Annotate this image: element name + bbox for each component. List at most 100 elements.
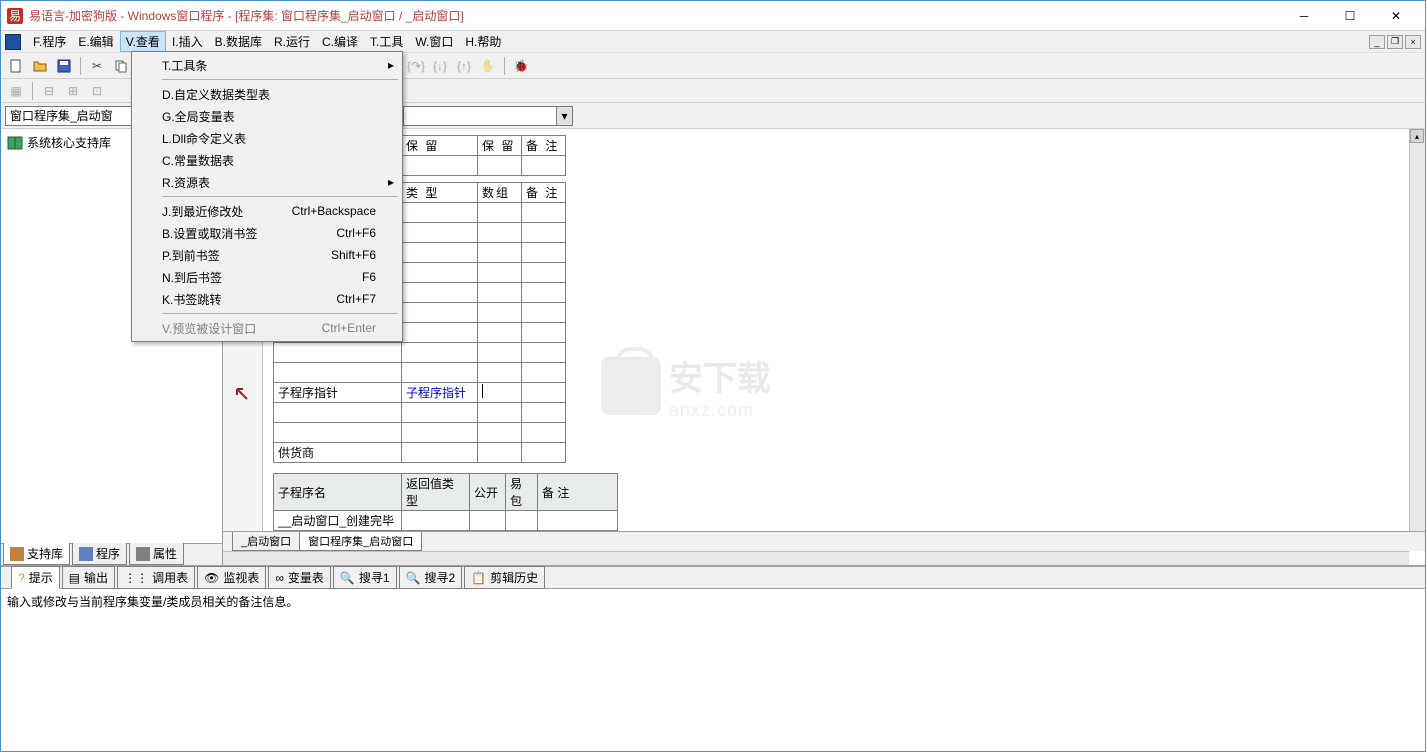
menubar: F.程序 E.编辑 V.查看 I.插入 B.数据库 R.运行 C.编译 T.工具… bbox=[1, 31, 1425, 53]
menu-view[interactable]: V.查看 bbox=[120, 31, 166, 52]
clip-icon: 📋 bbox=[471, 571, 486, 585]
tab-vars[interactable]: ∞变量表 bbox=[268, 566, 331, 589]
col-reserved2: 保 留 bbox=[478, 136, 522, 156]
glasses-icon: ∞ bbox=[275, 571, 284, 585]
cell-startup: __启动窗口_创建完毕 bbox=[274, 511, 402, 531]
col-public: 公开 bbox=[470, 474, 506, 511]
tab-search1[interactable]: 🔍搜寻1 bbox=[333, 566, 397, 589]
menu-item[interactable]: C.常量数据表 bbox=[134, 149, 400, 171]
list-icon: ⋮⋮ bbox=[124, 571, 148, 585]
menu-item[interactable]: B.设置或取消书签Ctrl+F6 bbox=[134, 222, 400, 244]
hint-text: 输入或修改与当前程序集变量/类成员相关的备注信息。 bbox=[7, 593, 1419, 610]
chevron-right-icon: ▸ bbox=[388, 175, 394, 189]
tab-callstack[interactable]: ⋮⋮调用表 bbox=[117, 566, 195, 589]
step-over-icon[interactable]: {↷} bbox=[405, 55, 427, 77]
menu-item[interactable]: L.Dll命令定义表 bbox=[134, 127, 400, 149]
maximize-button[interactable]: ☐ bbox=[1327, 2, 1373, 30]
eye-icon: 👁 bbox=[204, 571, 219, 585]
align-left-icon[interactable]: ⊟ bbox=[38, 80, 60, 102]
cut-button[interactable]: ✂ bbox=[86, 55, 108, 77]
tab-search2[interactable]: 🔍搜寻2 bbox=[399, 566, 463, 589]
layout-icon-1[interactable]: ▦ bbox=[5, 80, 27, 102]
row-startup[interactable]: __启动窗口_创建完毕 bbox=[274, 511, 618, 531]
titlebar: 易 易语言-加密狗版 - Windows窗口程序 - [程序集: 窗口程序集_启… bbox=[1, 1, 1425, 31]
tab-support-lib[interactable]: 支持库 bbox=[3, 543, 70, 565]
menu-window[interactable]: W.窗口 bbox=[409, 31, 459, 52]
menu-item[interactable]: K.书签跳转Ctrl+F7 bbox=[134, 288, 400, 310]
hand-icon[interactable]: ✋ bbox=[477, 55, 499, 77]
close-button[interactable]: ✕ bbox=[1373, 2, 1419, 30]
props-icon bbox=[136, 547, 150, 561]
new-button[interactable] bbox=[5, 55, 27, 77]
book-icon bbox=[10, 547, 24, 561]
col-array: 数组 bbox=[478, 183, 522, 203]
chevron-down-icon[interactable]: ▾ bbox=[556, 107, 572, 125]
combo-label: 窗口程序集_启动窗 bbox=[6, 107, 117, 124]
menu-item[interactable]: T.工具条▸ bbox=[134, 54, 400, 76]
menu-tools[interactable]: T.工具 bbox=[364, 31, 409, 52]
doc-tab-winset[interactable]: 窗口程序集_启动窗口 bbox=[299, 532, 422, 551]
cell-ptr-label: 子程序指针 bbox=[274, 383, 402, 403]
copy-button[interactable] bbox=[110, 55, 132, 77]
svg-text:易: 易 bbox=[9, 9, 21, 23]
view-menu-dropdown: T.工具条▸ D.自定义数据类型表G.全局变量表L.Dll命令定义表C.常量数据表… bbox=[131, 51, 403, 342]
row-supplier[interactable]: 供货商 bbox=[274, 443, 566, 463]
bottom-tabstrip: ?提示 ▤输出 ⋮⋮调用表 👁监视表 ∞变量表 🔍搜寻1 🔍搜寻2 📋剪辑历史 bbox=[1, 567, 1425, 589]
open-button[interactable] bbox=[29, 55, 51, 77]
table-sub: 子程序名 返回值类型 公开 易包 备 注 __启动窗口_创建完毕 bbox=[273, 473, 618, 531]
align-center-icon[interactable]: ⊞ bbox=[62, 80, 84, 102]
align-right-icon[interactable]: ⊡ bbox=[86, 80, 108, 102]
menu-item[interactable]: R.资源表▸ bbox=[134, 171, 400, 193]
menu-item[interactable]: P.到前书签Shift+F6 bbox=[134, 244, 400, 266]
menu-help[interactable]: H.帮助 bbox=[459, 31, 507, 52]
vertical-scrollbar[interactable]: ▴ ▾ bbox=[1409, 129, 1425, 551]
step-into-icon[interactable]: {↓} bbox=[429, 55, 451, 77]
tab-hints[interactable]: ?提示 bbox=[11, 566, 60, 589]
mdi-restore[interactable]: ❐ bbox=[1387, 35, 1403, 49]
col-remark3: 备 注 bbox=[538, 474, 618, 511]
tab-properties[interactable]: 属性 bbox=[129, 543, 184, 565]
doc-tab-startup[interactable]: _启动窗口 bbox=[232, 532, 300, 551]
tab-program[interactable]: 程序 bbox=[72, 543, 127, 565]
col-return: 返回值类型 bbox=[402, 474, 470, 511]
minimize-button[interactable]: ─ bbox=[1281, 2, 1327, 30]
menu-insert[interactable]: I.插入 bbox=[166, 31, 209, 52]
menu-item[interactable]: G.全局变量表 bbox=[134, 105, 400, 127]
procedure-combo-2[interactable]: ▾ bbox=[403, 106, 573, 126]
col-subname: 子程序名 bbox=[274, 474, 402, 511]
editor-tabstrip: _启动窗口 窗口程序集_启动窗口 bbox=[223, 531, 1425, 551]
tab-cliphistory[interactable]: 📋剪辑历史 bbox=[464, 566, 545, 589]
cell-editing[interactable] bbox=[478, 383, 522, 403]
bug-icon[interactable]: 🐞 bbox=[510, 55, 532, 77]
mdi-close[interactable]: × bbox=[1405, 35, 1421, 49]
menu-item[interactable]: D.自定义数据类型表 bbox=[134, 83, 400, 105]
procedure-combo-1[interactable]: 窗口程序集_启动窗 bbox=[5, 106, 135, 126]
col-type: 类 型 bbox=[402, 183, 478, 203]
mdi-icon bbox=[5, 34, 21, 50]
menu-edit[interactable]: E.编辑 bbox=[72, 31, 119, 52]
chevron-right-icon: ▸ bbox=[388, 58, 394, 72]
tab-output[interactable]: ▤输出 bbox=[62, 566, 115, 589]
menu-item[interactable]: N.到后书签F6 bbox=[134, 266, 400, 288]
list-icon bbox=[79, 547, 93, 561]
col-reserved1: 保 留 bbox=[402, 136, 478, 156]
step-out-icon[interactable]: {↑} bbox=[453, 55, 475, 77]
menu-compile[interactable]: C.编译 bbox=[316, 31, 364, 52]
save-button[interactable] bbox=[53, 55, 75, 77]
col-remark: 备 注 bbox=[522, 136, 566, 156]
output-icon: ▤ bbox=[69, 571, 80, 585]
col-remark2: 备 注 bbox=[522, 183, 566, 203]
menu-run[interactable]: R.运行 bbox=[268, 31, 316, 52]
menu-database[interactable]: B.数据库 bbox=[209, 31, 268, 52]
app-icon: 易 bbox=[7, 8, 23, 24]
menu-file[interactable]: F.程序 bbox=[27, 31, 72, 52]
horizontal-scrollbar[interactable] bbox=[223, 551, 1409, 565]
scroll-up-icon[interactable]: ▴ bbox=[1410, 129, 1424, 143]
tab-watch[interactable]: 👁监视表 bbox=[197, 566, 266, 589]
row-subptr[interactable]: 子程序指针 子程序指针 bbox=[274, 383, 566, 403]
menu-item: V.预览被设计窗口Ctrl+Enter bbox=[134, 317, 400, 339]
cell-ptr-type: 子程序指针 bbox=[402, 383, 478, 403]
mdi-minimize[interactable]: _ bbox=[1369, 35, 1385, 49]
menu-item[interactable]: J.到最近修改处Ctrl+Backspace bbox=[134, 200, 400, 222]
hints-content: 输入或修改与当前程序集变量/类成员相关的备注信息。 bbox=[1, 589, 1425, 751]
